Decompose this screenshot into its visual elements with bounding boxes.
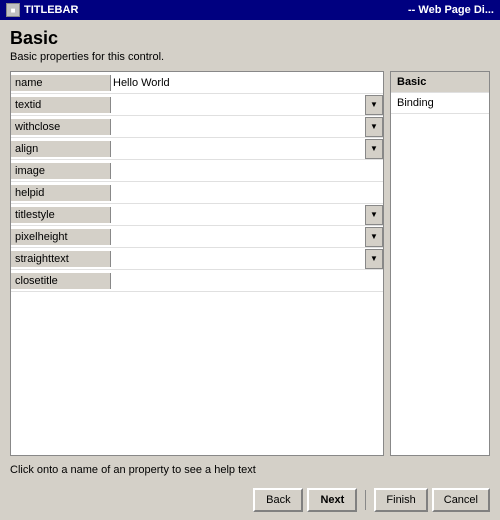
prop-input-wrapper-textid: ▼ <box>111 95 383 115</box>
prop-dropdown-btn-titlestyle[interactable]: ▼ <box>365 205 383 225</box>
prop-value-name <box>111 73 383 93</box>
prop-label-image: image <box>11 163 111 179</box>
window-body: Basic Basic properties for this control.… <box>0 20 500 518</box>
finish-button[interactable]: Finish <box>374 488 427 512</box>
page-title: Basic <box>10 28 490 49</box>
prop-row-image: image <box>11 160 383 182</box>
prop-label-name: name <box>11 75 111 91</box>
prop-value-textid: ▼ <box>111 95 383 115</box>
prop-value-pixelheight: ▼ <box>111 227 383 247</box>
prop-row-withclose: withclose ▼ <box>11 116 383 138</box>
prop-row-helpid: helpid <box>11 182 383 204</box>
properties-scroll[interactable]: name textid ▼ withclose ▼ align ▼ image helpid ti… <box>11 72 383 455</box>
titlebar-left: ■ TITLEBAR <box>6 3 78 17</box>
prop-input-wrapper-withclose: ▼ <box>111 117 383 137</box>
prop-dropdown-btn-textid[interactable]: ▼ <box>365 95 383 115</box>
prop-input-wrapper-titlestyle: ▼ <box>111 205 383 225</box>
prop-row-pixelheight: pixelheight ▼ <box>11 226 383 248</box>
prop-input-helpid[interactable] <box>111 183 383 203</box>
prop-dropdown-btn-pixelheight[interactable]: ▼ <box>365 227 383 247</box>
prop-label-textid: textid <box>11 97 111 113</box>
prop-input-withclose[interactable] <box>111 117 365 137</box>
prop-value-titlestyle: ▼ <box>111 205 383 225</box>
prop-label-closetitle: closetitle <box>11 273 111 289</box>
prop-row-textid: textid ▼ <box>11 94 383 116</box>
right-panel-item-basic[interactable]: Basic <box>391 72 489 93</box>
prop-input-align[interactable] <box>111 139 365 159</box>
page-subtitle: Basic properties for this control. <box>10 51 490 63</box>
prop-label-straighttext: straighttext <box>11 251 111 267</box>
prop-input-closetitle[interactable] <box>111 271 383 291</box>
prop-value-straighttext: ▼ <box>111 249 383 269</box>
prop-input-wrapper-straighttext: ▼ <box>111 249 383 269</box>
titlebar: ■ TITLEBAR -- Web Page Di... <box>0 0 500 20</box>
right-panel-item-binding[interactable]: Binding <box>391 93 489 114</box>
prop-value-image <box>111 161 383 181</box>
bottom-bar: Back Next Finish Cancel <box>10 484 490 512</box>
prop-value-helpid <box>111 183 383 203</box>
prop-dropdown-btn-straighttext[interactable]: ▼ <box>365 249 383 269</box>
prop-label-pixelheight: pixelheight <box>11 229 111 245</box>
prop-value-align: ▼ <box>111 139 383 159</box>
help-text: Click onto a name of an property to see … <box>10 462 490 478</box>
prop-input-image[interactable] <box>111 161 383 181</box>
titlebar-right: -- Web Page Di... <box>408 4 494 16</box>
prop-value-withclose: ▼ <box>111 117 383 137</box>
prop-row-closetitle: closetitle <box>11 270 383 292</box>
back-button[interactable]: Back <box>253 488 303 512</box>
prop-label-titlestyle: titlestyle <box>11 207 111 223</box>
prop-input-titlestyle[interactable] <box>111 205 365 225</box>
prop-input-straighttext[interactable] <box>111 249 365 269</box>
titlebar-icon: ■ <box>6 3 20 17</box>
prop-dropdown-btn-withclose[interactable]: ▼ <box>365 117 383 137</box>
cancel-button[interactable]: Cancel <box>432 488 490 512</box>
prop-row-align: align ▼ <box>11 138 383 160</box>
prop-row-titlestyle: titlestyle ▼ <box>11 204 383 226</box>
prop-label-align: align <box>11 141 111 157</box>
prop-row-straighttext: straighttext ▼ <box>11 248 383 270</box>
prop-dropdown-btn-align[interactable]: ▼ <box>365 139 383 159</box>
left-panel: name textid ▼ withclose ▼ align ▼ image helpid ti… <box>10 71 384 456</box>
prop-input-pixelheight[interactable] <box>111 227 365 247</box>
prop-row-name: name <box>11 72 383 94</box>
prop-input-wrapper-pixelheight: ▼ <box>111 227 383 247</box>
prop-value-closetitle <box>111 271 383 291</box>
right-panel: BasicBinding <box>390 71 490 456</box>
button-separator <box>365 490 366 510</box>
next-button[interactable]: Next <box>307 488 357 512</box>
prop-label-withclose: withclose <box>11 119 111 135</box>
prop-label-helpid: helpid <box>11 185 111 201</box>
titlebar-label: TITLEBAR <box>24 4 78 16</box>
content-area: name textid ▼ withclose ▼ align ▼ image helpid ti… <box>10 71 490 456</box>
prop-input-wrapper-align: ▼ <box>111 139 383 159</box>
prop-input-name[interactable] <box>111 73 383 93</box>
prop-input-textid[interactable] <box>111 95 365 115</box>
